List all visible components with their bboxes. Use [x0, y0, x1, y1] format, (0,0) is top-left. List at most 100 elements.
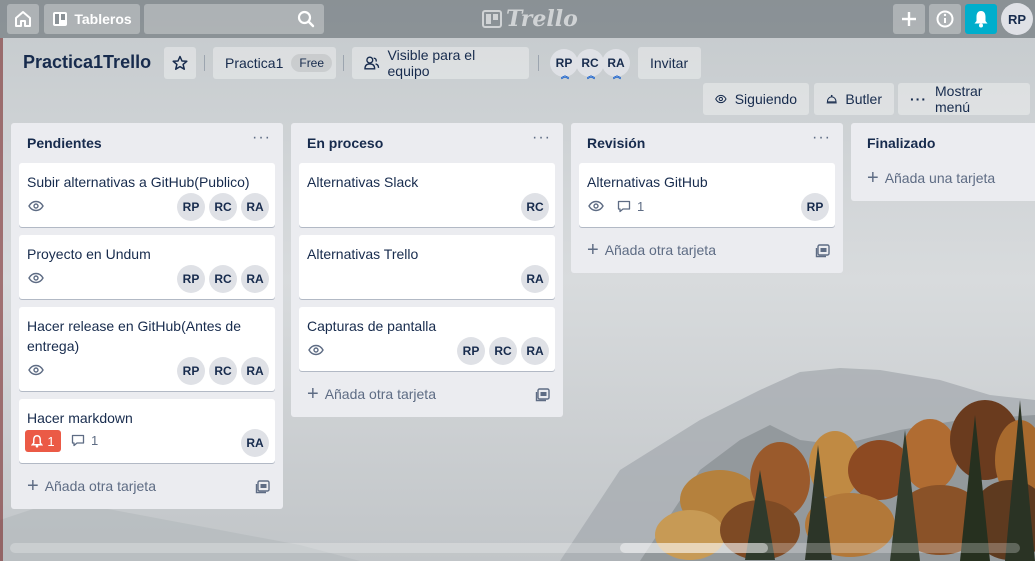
list-pendientes[interactable]: Pendientes ··· Subir alternativas a GitH… [11, 123, 283, 509]
search-icon[interactable] [297, 10, 315, 28]
card-member-avatar[interactable]: RC [521, 193, 549, 221]
boards-button[interactable]: Tableros [44, 4, 140, 34]
invite-button[interactable]: Invitar [638, 47, 701, 79]
card-title: Hacer release en GitHub(Antes de entrega… [27, 318, 241, 354]
card-member-avatar[interactable]: RA [521, 265, 549, 293]
plus-icon: + [587, 239, 599, 261]
add-card-label: Añada otra tarjeta [44, 478, 156, 494]
card-member-avatar[interactable]: RP [801, 193, 829, 221]
card-title: Proyecto en Undum [27, 246, 151, 262]
card-member-avatar[interactable]: RP [177, 193, 205, 221]
visibility-label: Visible para el equipo [387, 47, 476, 79]
card[interactable]: Proyecto en Undum RP RC RA [19, 235, 275, 299]
card-template-icon[interactable] [815, 243, 831, 259]
card-member-avatar[interactable]: RP [177, 357, 205, 385]
card-member-avatar[interactable]: RC [209, 265, 237, 293]
comment-count: 1 [91, 433, 99, 448]
following-button[interactable]: Siguiendo [703, 83, 809, 115]
card-title: Subir alternativas a GitHub(Publico) [27, 174, 250, 190]
card-title: Capturas de pantalla [307, 318, 437, 334]
boards-label: Tableros [74, 11, 132, 27]
card[interactable]: Subir alternativas a GitHub(Publico) RP … [19, 163, 275, 227]
card-template-icon[interactable] [255, 479, 271, 495]
list-menu-icon[interactable]: ··· [532, 129, 551, 147]
add-card-button[interactable]: + Añada otra tarjeta [27, 476, 156, 496]
workspace-label: Practica1 [225, 55, 284, 71]
card[interactable]: Alternativas GitHub 1 RP [579, 163, 835, 227]
list-title[interactable]: En proceso [307, 135, 383, 151]
more-icon: ··· [910, 91, 927, 107]
notification-badge: 1 [25, 430, 61, 452]
add-card-button[interactable]: + Añada otra tarjeta [307, 383, 436, 405]
bell-icon [31, 434, 44, 447]
board-title[interactable]: Practica1Trello [23, 52, 151, 73]
comment-count: 1 [637, 199, 645, 214]
board-member-avatar[interactable]: RP ︽ [550, 49, 578, 80]
home-button[interactable] [7, 4, 39, 34]
add-card-label: Añada otra tarjeta [324, 386, 436, 402]
user-avatar[interactable]: RP [1001, 3, 1033, 35]
list-title[interactable]: Finalizado [867, 135, 935, 151]
card-template-icon[interactable] [535, 387, 551, 403]
card[interactable]: Capturas de pantalla RP RC RA [299, 307, 555, 371]
trello-logo[interactable]: Trello [482, 6, 578, 32]
card-member-avatar[interactable]: RP [177, 265, 205, 293]
show-menu-button[interactable]: ··· Mostrar menú [898, 83, 1030, 115]
star-board-button[interactable] [164, 47, 196, 79]
card-member-avatar[interactable]: RC [209, 193, 237, 221]
add-card-button[interactable]: + Añada una tarjeta [867, 167, 996, 189]
list-title[interactable]: Pendientes [27, 135, 102, 151]
card-member-avatar[interactable]: RP [457, 337, 485, 365]
info-button[interactable] [929, 4, 961, 34]
trello-logo-icon [482, 10, 502, 28]
card[interactable]: Alternativas Trello RA [299, 235, 555, 299]
list-revision[interactable]: Revisión ··· Alternativas GitHub 1 RP + … [571, 123, 843, 273]
add-card-label: Añada una tarjeta [884, 170, 996, 186]
board-member-avatar[interactable]: RA ︽ [602, 49, 630, 80]
card-member-avatar[interactable]: RA [241, 265, 269, 293]
plan-badge: Free [291, 54, 333, 72]
list-en-proceso[interactable]: En proceso ··· Alternativas Slack RC Alt… [291, 123, 563, 417]
bell-icon [974, 11, 988, 28]
list-menu-icon[interactable]: ··· [812, 129, 831, 147]
card-title: Alternativas Slack [307, 174, 419, 190]
logo-text: Trello [506, 6, 578, 32]
visibility-button[interactable]: Visible para el equipo [352, 47, 529, 79]
comment-badge: 1 [617, 199, 644, 214]
watch-eye-icon [308, 344, 324, 356]
workspace-button[interactable]: Practica1 Free [213, 47, 336, 79]
card-member-avatar[interactable]: RA [241, 429, 269, 457]
plus-icon [902, 12, 916, 26]
add-card-button[interactable]: + Añada otra tarjeta [587, 239, 716, 261]
board-member-avatar[interactable]: RC ︽ [576, 49, 604, 80]
card-member-avatar[interactable]: RC [489, 337, 517, 365]
card-member-avatar[interactable]: RC [209, 357, 237, 385]
board-horizontal-scrollbar[interactable] [10, 543, 1020, 553]
menu-label: Mostrar menú [935, 83, 983, 115]
list-menu-icon[interactable]: ··· [252, 129, 271, 147]
card[interactable]: Hacer markdown 1 1 RA [19, 399, 275, 463]
notifications-button[interactable] [965, 4, 997, 34]
card-member-avatar[interactable]: RA [521, 337, 549, 365]
butler-icon [826, 94, 837, 104]
card-member-avatar[interactable]: RA [241, 193, 269, 221]
list-title[interactable]: Revisión [587, 135, 645, 151]
card[interactable]: Hacer release en GitHub(Antes de entrega… [19, 307, 275, 391]
following-label: Siguiendo [734, 91, 797, 107]
admin-chevron-icon: ︽ [613, 71, 621, 80]
card-title: Alternativas Trello [307, 246, 419, 262]
list-finalizado[interactable]: Finalizado + Añada una tarjeta [851, 123, 1035, 201]
card[interactable]: Alternativas Slack RC [299, 163, 555, 227]
team-icon [364, 56, 380, 70]
create-button[interactable] [893, 4, 925, 34]
plus-icon: + [867, 167, 879, 189]
watch-eye-icon [28, 200, 44, 212]
divider [343, 55, 344, 71]
admin-chevron-icon: ︽ [561, 71, 569, 80]
scrollbar-thumb[interactable] [620, 543, 768, 553]
card-member-avatar[interactable]: RA [241, 357, 269, 385]
card-title: Alternativas GitHub [587, 174, 708, 190]
butler-label: Butler [845, 91, 882, 107]
plus-icon: + [307, 383, 319, 405]
butler-button[interactable]: Butler [814, 83, 894, 115]
